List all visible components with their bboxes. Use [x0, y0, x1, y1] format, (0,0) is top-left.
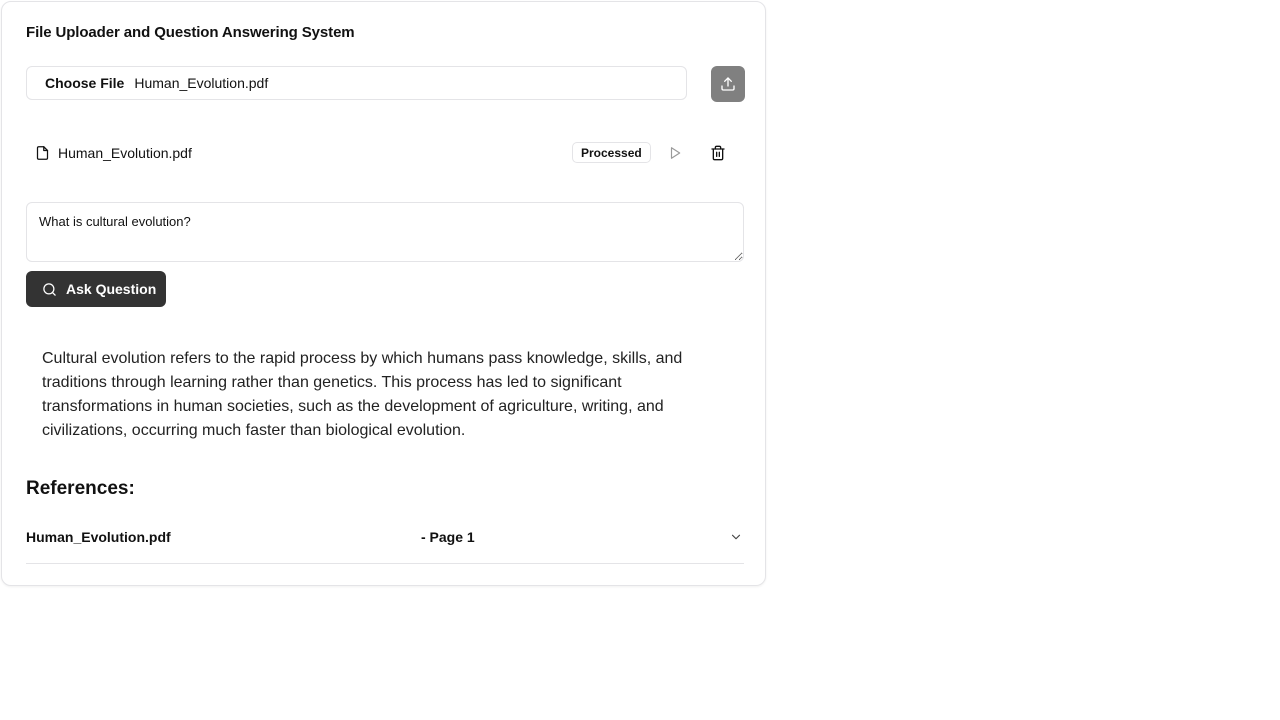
- reference-item[interactable]: Human_Evolution.pdf - Page 1: [26, 524, 744, 564]
- file-input[interactable]: Choose File Human_Evolution.pdf: [26, 66, 687, 100]
- chevron-down-icon[interactable]: [729, 530, 743, 544]
- delete-button[interactable]: [708, 143, 728, 163]
- references-heading: References:: [26, 478, 135, 499]
- file-name: Human_Evolution.pdf: [58, 145, 192, 161]
- process-button[interactable]: [665, 143, 685, 163]
- file-icon: [36, 146, 49, 160]
- selected-file-name: Human_Evolution.pdf: [134, 75, 269, 91]
- status-badge: Processed: [572, 142, 651, 163]
- question-input[interactable]: What is cultural evolution?: [26, 202, 744, 262]
- play-icon: [670, 147, 681, 159]
- main-card: File Uploader and Question Answering Sys…: [1, 1, 766, 586]
- choose-file-button[interactable]: Choose File: [45, 75, 124, 91]
- search-icon: [43, 282, 56, 296]
- ask-question-button[interactable]: Ask Question: [26, 271, 166, 307]
- upload-button[interactable]: [711, 66, 745, 102]
- answer-text: Cultural evolution refers to the rapid p…: [42, 350, 683, 439]
- ask-question-label: Ask Question: [66, 281, 157, 297]
- upload-icon: [721, 77, 735, 91]
- reference-page: - Page 1: [421, 529, 475, 545]
- file-list-item: Human_Evolution.pdf Processed: [26, 138, 744, 168]
- page-title: File Uploader and Question Answering Sys…: [26, 24, 355, 41]
- reference-file: Human_Evolution.pdf: [26, 529, 171, 545]
- trash-icon: [711, 145, 725, 161]
